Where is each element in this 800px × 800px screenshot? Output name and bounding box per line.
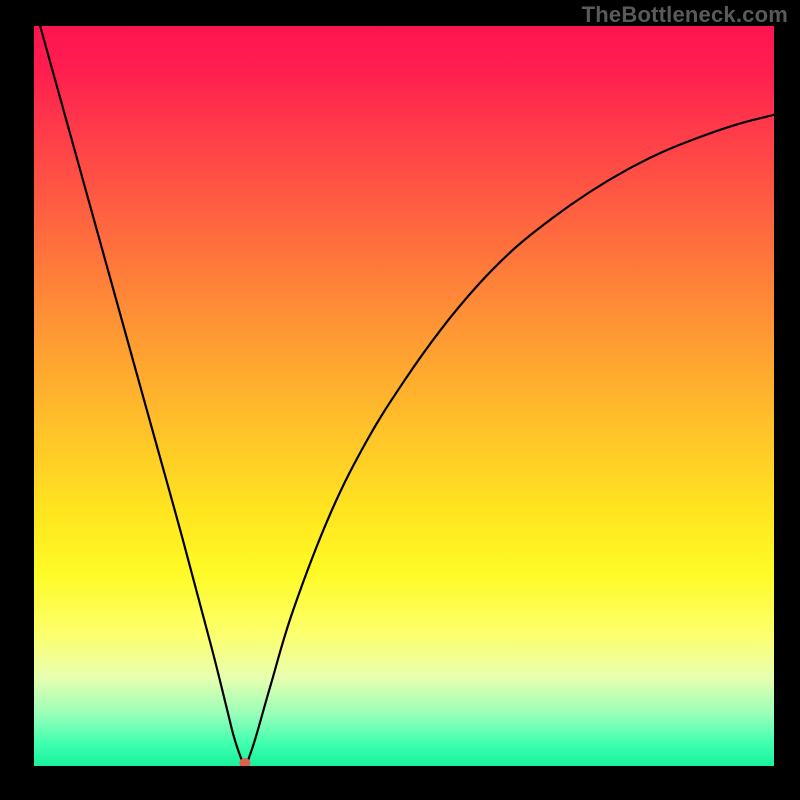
- plot-area: [34, 26, 774, 766]
- chart-frame: TheBottleneck.com: [0, 0, 800, 800]
- curve-layer: [34, 26, 774, 766]
- watermark-text: TheBottleneck.com: [582, 2, 788, 28]
- bottleneck-curve: [34, 26, 774, 766]
